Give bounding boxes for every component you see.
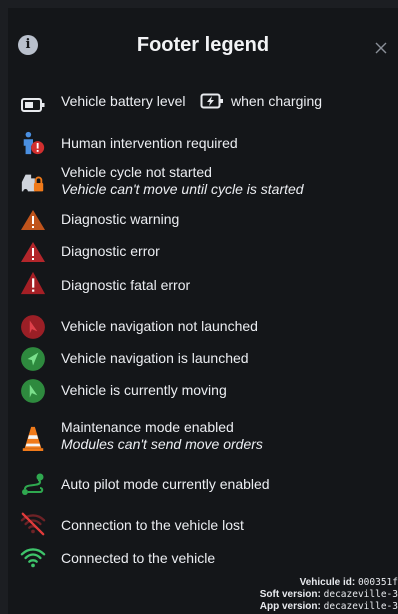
nav-launched-label: Vehicle navigation is launched <box>61 350 249 366</box>
vehicle-lock-icon <box>21 174 44 194</box>
vehicle-moving-icon <box>21 379 45 403</box>
dialog-title: Footer legend <box>136 34 270 56</box>
vehicle-id-line: Vehicule id: 000351f <box>300 577 398 588</box>
cycle-not-started-label: Vehicle cycle not started <box>61 164 212 180</box>
maintenance-note: Modules can't send move orders <box>61 436 263 452</box>
app-version-line: App version: decazeville-3 <box>260 601 398 612</box>
diagnostic-error-label: Diagnostic error <box>61 243 160 259</box>
battery-icon <box>21 98 45 112</box>
app-version-label: App version: <box>259 601 321 612</box>
error-icon <box>21 242 45 262</box>
diagnostic-warning-label: Diagnostic warning <box>61 211 180 227</box>
battery-label: Vehicle battery level <box>61 93 186 109</box>
vehicle-id-label: Vehicule id: <box>299 577 356 588</box>
soft-version-value: decazeville-3 <box>323 589 398 600</box>
autopilot-label: Auto pilot mode currently enabled <box>61 476 270 492</box>
diagnostic-fatal-label: Diagnostic fatal error <box>61 277 191 293</box>
vehicle-id-value: 000351f <box>357 577 398 588</box>
battery-charging-icon <box>200 93 223 109</box>
warning-icon <box>21 210 45 230</box>
dialog-header: i Footer legend <box>8 8 398 88</box>
app-version-value: decazeville-3 <box>323 601 398 612</box>
human-intervention-icon <box>23 131 45 155</box>
traffic-cone-icon <box>22 426 44 451</box>
navigation-on-icon <box>21 347 45 371</box>
wifi-icon <box>20 548 46 568</box>
human-intervention-label: Human intervention required <box>61 135 238 151</box>
maintenance-label: Maintenance mode enabled <box>61 419 234 435</box>
soft-version-label: Soft version: <box>259 589 321 600</box>
cycle-not-started-note: Vehicle can't move until cycle is starte… <box>61 181 304 197</box>
navigation-off-icon <box>21 315 45 339</box>
close-icon[interactable] <box>374 41 388 55</box>
battery-charging-label: when charging <box>231 93 323 109</box>
nav-not-launched-label: Vehicle navigation not launched <box>61 318 258 334</box>
connection-lost-label: Connection to the vehicle lost <box>61 517 244 533</box>
footer-legend-dialog: i Footer legend Vehicle battery level wh… <box>8 8 398 614</box>
fatal-error-icon <box>20 271 46 295</box>
autopilot-route-icon <box>22 473 44 495</box>
soft-version-line: Soft version: decazeville-3 <box>260 589 398 600</box>
wifi-off-icon <box>20 512 46 536</box>
connected-label: Connected to the vehicle <box>61 550 216 566</box>
moving-label: Vehicle is currently moving <box>61 382 227 398</box>
